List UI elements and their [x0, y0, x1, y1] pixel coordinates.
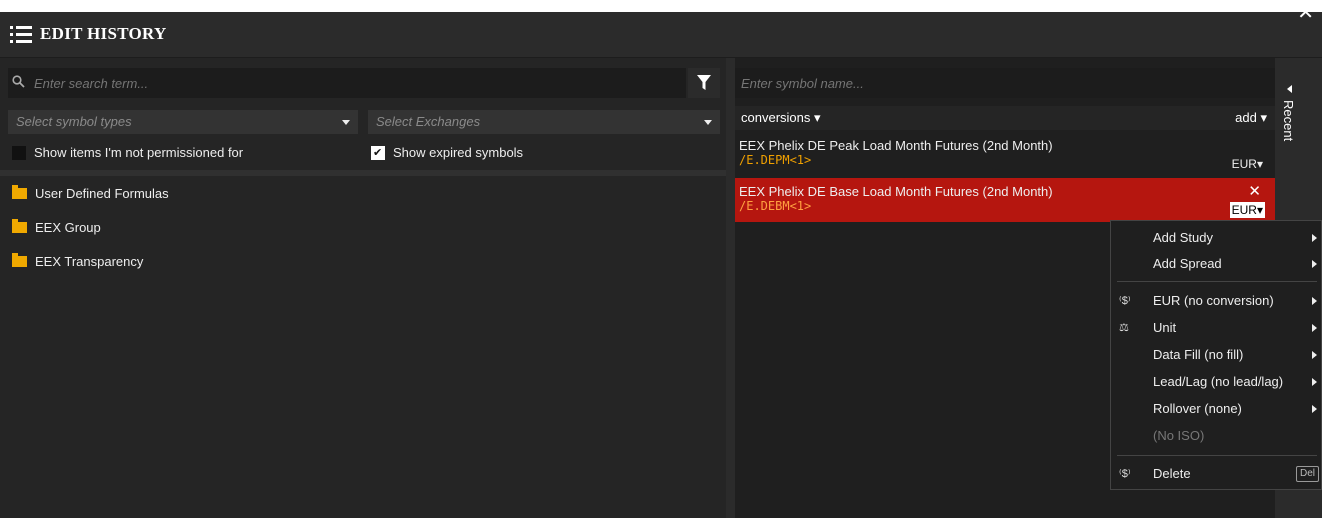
show-expired-label: Show expired symbols [393, 145, 524, 160]
symbol-row-name: EEX Phelix DE Peak Load Month Futures (2… [739, 138, 1053, 153]
currency-dropdown[interactable]: EUR▾ [1230, 156, 1265, 172]
symbol-context-menu: Add Study Add Spread ⁽$⁾ EUR (no convers… [1110, 220, 1322, 490]
not-permissioned-label: Show items I'm not permissioned for [34, 145, 244, 160]
caret-down-icon: ▾ [1260, 110, 1267, 125]
add-label: add [1235, 110, 1257, 125]
folder-icon [12, 253, 27, 267]
exchanges-select[interactable]: Select Exchanges [368, 110, 720, 134]
menu-item-label: (No ISO) [1153, 428, 1205, 443]
menu-item-label: EUR (no conversion) [1153, 293, 1274, 308]
symbol-row-code: /E.DEBM<1> [739, 199, 812, 213]
menu-item-label: Add Study [1153, 230, 1213, 245]
list-menu-icon[interactable] [10, 25, 32, 43]
close-icon[interactable]: ✕ [1297, 0, 1314, 25]
conversions-label: conversions [741, 110, 811, 125]
filter-icon [697, 75, 711, 90]
menu-item-rollover[interactable]: Rollover (none) [1111, 397, 1322, 421]
menu-separator [1117, 455, 1317, 456]
search-input[interactable] [8, 68, 686, 98]
symbol-types-placeholder: Select symbol types [16, 114, 132, 129]
chevron-down-icon [704, 120, 712, 125]
remove-symbol-icon[interactable]: ✕ [1248, 182, 1261, 200]
currency-label: EUR [1231, 157, 1257, 171]
menu-item-add-spread[interactable]: Add Spread [1111, 252, 1322, 276]
delete-shortcut-key: Del [1295, 466, 1319, 482]
chevron-down-icon [342, 120, 350, 125]
symbol-row[interactable]: EEX Phelix DE Peak Load Month Futures (2… [735, 132, 1275, 176]
submenu-arrow-icon [1312, 324, 1317, 332]
menu-item-label: Lead/Lag (no lead/lag) [1153, 374, 1284, 389]
folder-icon [12, 185, 27, 199]
currency-dropdown[interactable]: EUR▾ [1229, 202, 1265, 218]
add-dropdown[interactable]: add ▾ [1235, 106, 1267, 130]
submenu-arrow-icon [1312, 297, 1317, 305]
menu-item-data-fill[interactable]: Data Fill (no fill) [1111, 343, 1322, 367]
menu-item-unit[interactable]: ⚖ Unit [1111, 316, 1322, 340]
menu-item-currency-conversion[interactable]: ⁽$⁾ EUR (no conversion) [1111, 289, 1322, 313]
submenu-arrow-icon [1312, 351, 1317, 359]
show-expired-checkbox[interactable] [371, 143, 385, 163]
exchanges-placeholder: Select Exchanges [376, 114, 481, 129]
submenu-arrow-icon [1312, 405, 1317, 413]
window-title: EDIT HISTORY [40, 24, 167, 43]
weight-icon: ⚖ [1119, 322, 1129, 334]
recent-tab-label: Recent [1281, 100, 1296, 142]
menu-item-label: Rollover (none) [1153, 401, 1242, 416]
divider [0, 170, 726, 176]
tree-folder-label: EEX Transparency [35, 254, 144, 269]
symbol-row-code: /E.DEPM<1> [739, 153, 812, 167]
symbol-browser-panel: Select symbol types Select Exchanges Sho… [0, 58, 726, 518]
symbol-row-name: EEX Phelix DE Base Load Month Futures (2… [739, 184, 1053, 199]
recent-tab[interactable]: Recent [1277, 70, 1303, 220]
submenu-arrow-icon [1312, 378, 1317, 386]
symbol-name-input[interactable] [735, 68, 1275, 98]
currency-convert-icon: ⁽$⁾ [1119, 468, 1131, 480]
menu-item-lead-lag[interactable]: Lead/Lag (no lead/lag) [1111, 370, 1322, 394]
menu-item-add-study[interactable]: Add Study [1111, 226, 1322, 250]
menu-item-label: Unit [1153, 320, 1177, 335]
menu-item-no-iso: (No ISO) [1111, 424, 1322, 448]
symbol-types-select[interactable]: Select symbol types [8, 110, 358, 134]
caret-down-icon: ▾ [814, 110, 821, 125]
currency-convert-icon: ⁽$⁾ [1119, 295, 1131, 307]
filter-button[interactable] [688, 68, 720, 98]
menu-item-label: Add Spread [1153, 256, 1222, 271]
menu-separator [1117, 281, 1317, 282]
currency-label: EUR [1231, 203, 1257, 217]
tree-folder-eex-transparency[interactable]: EEX Transparency [12, 252, 143, 272]
tree-folder-eex-group[interactable]: EEX Group [12, 218, 101, 238]
conversions-bar: conversions ▾ add ▾ [735, 106, 1275, 130]
title-bar: EDIT HISTORY ✕ [0, 2, 1322, 58]
submenu-arrow-icon [1312, 260, 1317, 268]
collapse-left-icon [1287, 85, 1292, 93]
conversions-dropdown[interactable]: conversions ▾ [741, 106, 821, 130]
menu-item-label: Delete [1153, 466, 1191, 481]
menu-item-delete[interactable]: ⁽$⁾ Delete Del [1111, 462, 1322, 486]
search-icon [12, 75, 25, 88]
symbol-row-selected[interactable]: EEX Phelix DE Base Load Month Futures (2… [735, 178, 1275, 222]
submenu-arrow-icon [1312, 234, 1317, 242]
tree-folder-label: User Defined Formulas [35, 186, 169, 201]
menu-item-label: Data Fill (no fill) [1153, 347, 1244, 362]
tree-folder-user-defined-formulas[interactable]: User Defined Formulas [12, 184, 169, 204]
folder-icon [12, 219, 27, 233]
not-permissioned-checkbox[interactable] [12, 146, 26, 160]
tree-folder-label: EEX Group [35, 220, 101, 235]
